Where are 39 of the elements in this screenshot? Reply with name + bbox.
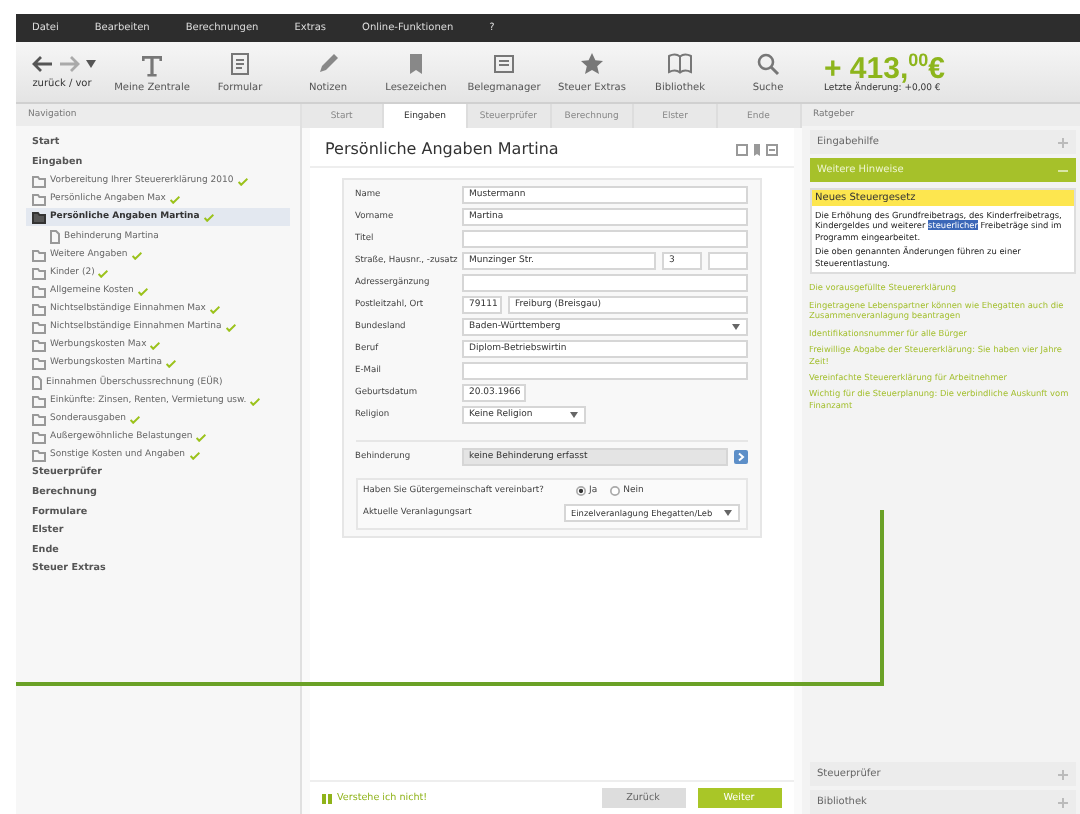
radio-icon[interactable] <box>575 486 585 496</box>
search-icon <box>754 50 782 78</box>
plus-icon <box>1058 797 1068 807</box>
form-icon <box>226 50 254 78</box>
check-icon <box>169 195 180 204</box>
caret-icon[interactable] <box>85 60 95 68</box>
caret-icon <box>569 412 577 418</box>
radio-icon[interactable] <box>609 486 620 496</box>
minus-icon <box>1058 165 1068 175</box>
check-icon <box>131 251 142 260</box>
quote-icon <box>321 793 333 803</box>
page-icon <box>50 229 60 244</box>
input-field[interactable] <box>461 274 747 292</box>
input-field[interactable] <box>461 230 747 248</box>
pencil-icon <box>314 50 342 78</box>
page-title: Persönliche Angaben Martina <box>325 140 559 158</box>
back-arrow-icon[interactable] <box>29 54 53 74</box>
bookmark-icon[interactable] <box>753 143 759 155</box>
caret-icon <box>723 510 731 516</box>
star-icon <box>578 50 606 78</box>
doc-icon <box>490 50 518 78</box>
refund-amount: + 413,$^{00}$€ <box>824 51 945 83</box>
text-icon <box>138 50 166 78</box>
caret-icon <box>731 324 739 330</box>
check-icon <box>250 397 261 406</box>
plus-icon <box>1058 137 1068 147</box>
input-field[interactable] <box>707 252 747 270</box>
open-button-icon[interactable] <box>733 450 747 464</box>
input-field[interactable] <box>461 362 747 380</box>
check-icon <box>237 177 248 186</box>
check-icon <box>129 415 140 424</box>
check-icon <box>137 287 148 296</box>
check-icon <box>203 213 214 222</box>
note-icon[interactable] <box>735 143 747 155</box>
check-icon <box>98 269 109 278</box>
plus-icon <box>1058 769 1068 779</box>
print-icon[interactable] <box>765 143 777 155</box>
page-icon <box>32 375 42 390</box>
book-icon <box>666 50 694 78</box>
